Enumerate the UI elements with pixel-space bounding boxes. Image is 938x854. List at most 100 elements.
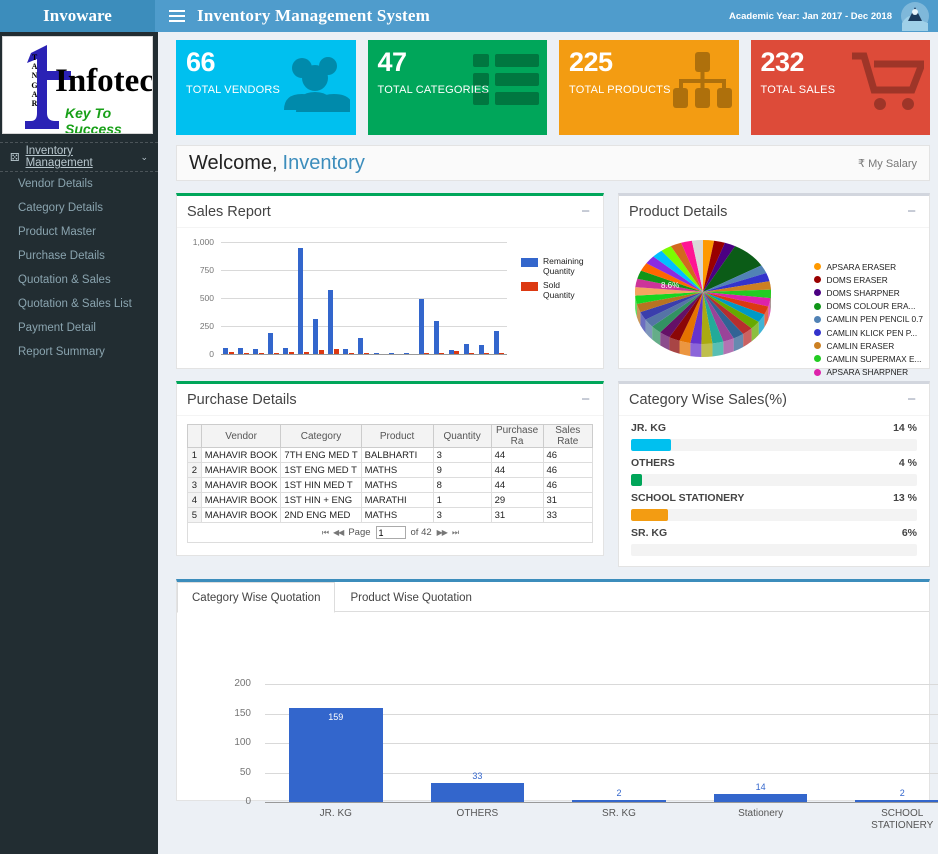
legend-swatch [521, 258, 538, 267]
column-header[interactable] [187, 424, 202, 448]
table-cell: MAHAVIR BOOK [200, 462, 282, 478]
sales-report-title: Sales Report [187, 203, 271, 220]
prev-page-button[interactable]: ◀◀ [333, 528, 344, 537]
sidebar-item-product-master[interactable]: Product Master [0, 220, 158, 244]
category-sales-list: JR. KG 14 % OTHERS 4 % SCHOOL STATIONERY 13 %… [619, 416, 929, 566]
details-row: Purchase Details − Vendor Category Product… [176, 369, 930, 567]
progress-bar [631, 509, 917, 521]
x-axis-tick: OTHERS [456, 808, 499, 819]
pie-svg: 8.6% [635, 240, 771, 357]
legend-item: DOMS ERASER [814, 273, 923, 286]
column-header[interactable]: Category [280, 424, 362, 448]
legend-item: Remaining Quantity [521, 256, 584, 276]
bar-value-label: 159 [328, 712, 344, 723]
purchase-details-table: Vendor Category Product Quantity Purchase Ra… [187, 424, 594, 523]
category-label: OTHERS [631, 457, 675, 469]
table-cell: 1 [432, 492, 492, 508]
tab-category-wise-quotation[interactable]: Category Wise Quotation [177, 582, 336, 613]
stat-cards: 66 TOTAL VENDORS 47 TOTAL CATEGORIES 225 TOTA… [176, 40, 930, 135]
legend-label: APSARA ERASER [826, 261, 897, 272]
sidebar-item-purchase-details[interactable]: Purchase Details [0, 244, 158, 268]
sidebar-item-quotation-sales[interactable]: Quotation & Sales [0, 268, 158, 292]
category-percent: 4 % [898, 457, 917, 469]
table-row[interactable]: 2 MAHAVIR BOOK 1ST ENG MED T MATHS 9 44 46 [187, 462, 594, 478]
stat-card-total-sales[interactable]: 232 TOTAL SALES [750, 40, 930, 135]
table-cell: 1ST ENG MED T [280, 462, 362, 478]
minimize-icon[interactable]: − [904, 204, 919, 219]
bar [313, 319, 319, 354]
page-word: Page [348, 527, 371, 538]
bar [268, 332, 274, 354]
column-header[interactable]: Sales Rate [542, 424, 594, 448]
y-axis-tick: 0 [245, 796, 251, 807]
column-header[interactable]: Product [360, 424, 434, 448]
column-header[interactable]: Quantity [432, 424, 492, 448]
progress-bar [631, 474, 917, 486]
sidebar-item-category-details[interactable]: Category Details [0, 196, 158, 220]
table-cell: 4 [187, 492, 202, 508]
table-cell: 2ND ENG MED [280, 507, 362, 523]
table-cell: 44 [490, 477, 544, 493]
product-details-pie-chart: 8.6% APSARA ERASER DOMS ERASER DOMS SHARPNE… [619, 228, 929, 377]
x-axis-tick: Stationery [738, 808, 784, 819]
table-row[interactable]: 4 MAHAVIR BOOK 1ST HIN + ENG MARATHI 1 29 31 [187, 492, 594, 508]
sidebar-menu-header[interactable]: ⚄ Inventory Management ⌄ [0, 142, 158, 172]
column-header[interactable]: Vendor [200, 424, 282, 448]
product-details-title: Product Details [629, 203, 728, 220]
bar[interactable] [572, 800, 666, 802]
sales-report-legend: Remaining Quantity Sold Quantity [521, 256, 584, 304]
bar[interactable] [855, 800, 938, 802]
sidebar-item-payment-detail[interactable]: Payment Detail [0, 316, 158, 340]
table-cell: 3 [432, 447, 492, 463]
stat-card-total-products[interactable]: 225 TOTAL PRODUCTS [559, 40, 739, 135]
stat-card-total-vendors[interactable]: 66 TOTAL VENDORS [176, 40, 356, 135]
bar [478, 344, 484, 354]
sidebar-item-report-summary[interactable]: Report Summary [0, 340, 158, 364]
legend-label: Sold Quantity [543, 280, 575, 300]
table-row[interactable]: 3 MAHAVIR BOOK 1ST HIN MED T MATHS 8 44 46 [187, 477, 594, 493]
bar[interactable] [713, 793, 808, 802]
x-axis-tick: SR. KG [602, 808, 636, 819]
category-label: JR. KG [631, 422, 667, 434]
user-avatar-icon[interactable] [900, 1, 930, 31]
legend-item: CAMLIN PEN PENCIL 0.7 [814, 313, 923, 326]
bar [418, 298, 424, 354]
minimize-icon[interactable]: − [578, 204, 593, 219]
bar[interactable] [289, 708, 383, 802]
purchase-details-panel: Purchase Details − Vendor Category Product… [176, 381, 604, 556]
first-page-button[interactable]: ⏮ [322, 528, 329, 538]
sidebar-item-quotation-sales-list[interactable]: Quotation & Sales List [0, 292, 158, 316]
column-header[interactable]: Purchase Ra [490, 424, 544, 448]
legend-dot [814, 342, 822, 350]
table-row[interactable]: 1 MAHAVIR BOOK 7TH ENG MED T BALBHARTI 3 44 46 [187, 447, 594, 463]
gridline [221, 298, 507, 299]
my-salary-button[interactable]: ₹ My Salary [858, 157, 917, 170]
legend-label: DOMS COLOUR ERA... [826, 301, 916, 312]
legend-item: APSARA ERASER [814, 260, 923, 273]
hamburger-icon[interactable] [169, 9, 185, 23]
table-cell: 44 [490, 447, 544, 463]
inventory-icon: ⚄ [10, 151, 20, 164]
last-page-button[interactable]: ⏭ [452, 528, 459, 538]
y-axis-tick: 150 [234, 707, 251, 719]
category-sales-item: SR. KG 6% [619, 521, 929, 556]
minimize-icon[interactable]: − [904, 392, 919, 407]
minimize-icon[interactable]: − [578, 392, 593, 407]
sidebar-item-vendor-details[interactable]: Vendor Details [0, 172, 158, 196]
quotation-tabs-panel: Category Wise Quotation Product Wise Quot… [176, 579, 938, 831]
table-row[interactable]: 5 MAHAVIR BOOK 2ND ENG MED MATHS 3 31 33 [187, 507, 594, 523]
legend-dot [814, 368, 822, 376]
sidebar-menu-header-label: Inventory Management [25, 145, 93, 169]
gridline [221, 242, 507, 243]
page-number-input[interactable] [375, 526, 406, 539]
x-axis [221, 354, 507, 355]
tab-product-wise-quotation[interactable]: Product Wise Quotation [335, 582, 486, 613]
next-page-button[interactable]: ▶▶ [437, 528, 448, 537]
charts-row: Sales Report − 0 250 500 750 1,000 Remaining Q… [176, 181, 930, 377]
x-axis-tick: JR. KG [319, 808, 352, 819]
sales-report-chart: 0 250 500 750 1,000 Remaining Quantity Sold Quan… [177, 228, 603, 368]
bar[interactable] [430, 782, 525, 802]
legend-label: Remaining Quantity [543, 256, 584, 276]
sidebar-item-label: Report Summary [18, 346, 105, 358]
stat-card-total-categories[interactable]: 47 TOTAL CATEGORIES [367, 40, 547, 135]
